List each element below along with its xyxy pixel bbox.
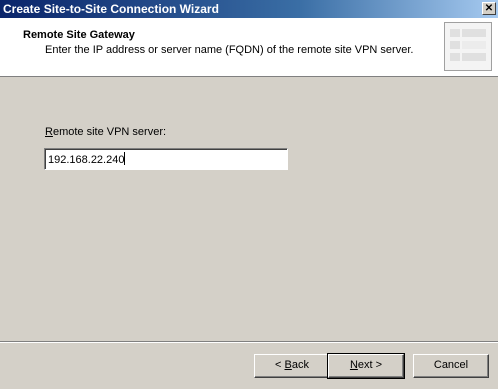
- close-button[interactable]: ✕: [482, 2, 496, 15]
- input-value: 192.168.22.240: [48, 154, 125, 166]
- window-title: Create Site-to-Site Connection Wizard: [3, 2, 219, 16]
- title-bar[interactable]: Create Site-to-Site Connection Wizard ✕: [0, 0, 498, 18]
- page-title: Remote Site Gateway: [23, 29, 135, 41]
- wizard-graphic-icon: [444, 22, 492, 71]
- button-separator: [0, 341, 498, 343]
- page-subtitle: Enter the IP address or server name (FQD…: [45, 44, 414, 56]
- close-icon: ✕: [484, 3, 494, 14]
- cancel-button[interactable]: Cancel: [413, 354, 489, 378]
- wizard-header: Remote Site Gateway Enter the IP address…: [0, 18, 498, 77]
- remote-vpn-server-input[interactable]: 192.168.22.240: [44, 148, 288, 170]
- remote-vpn-server-label: Remote site VPN server:: [45, 126, 167, 138]
- next-button[interactable]: Next >: [327, 353, 405, 379]
- back-button[interactable]: < Back: [254, 354, 330, 378]
- text-caret: [124, 152, 126, 165]
